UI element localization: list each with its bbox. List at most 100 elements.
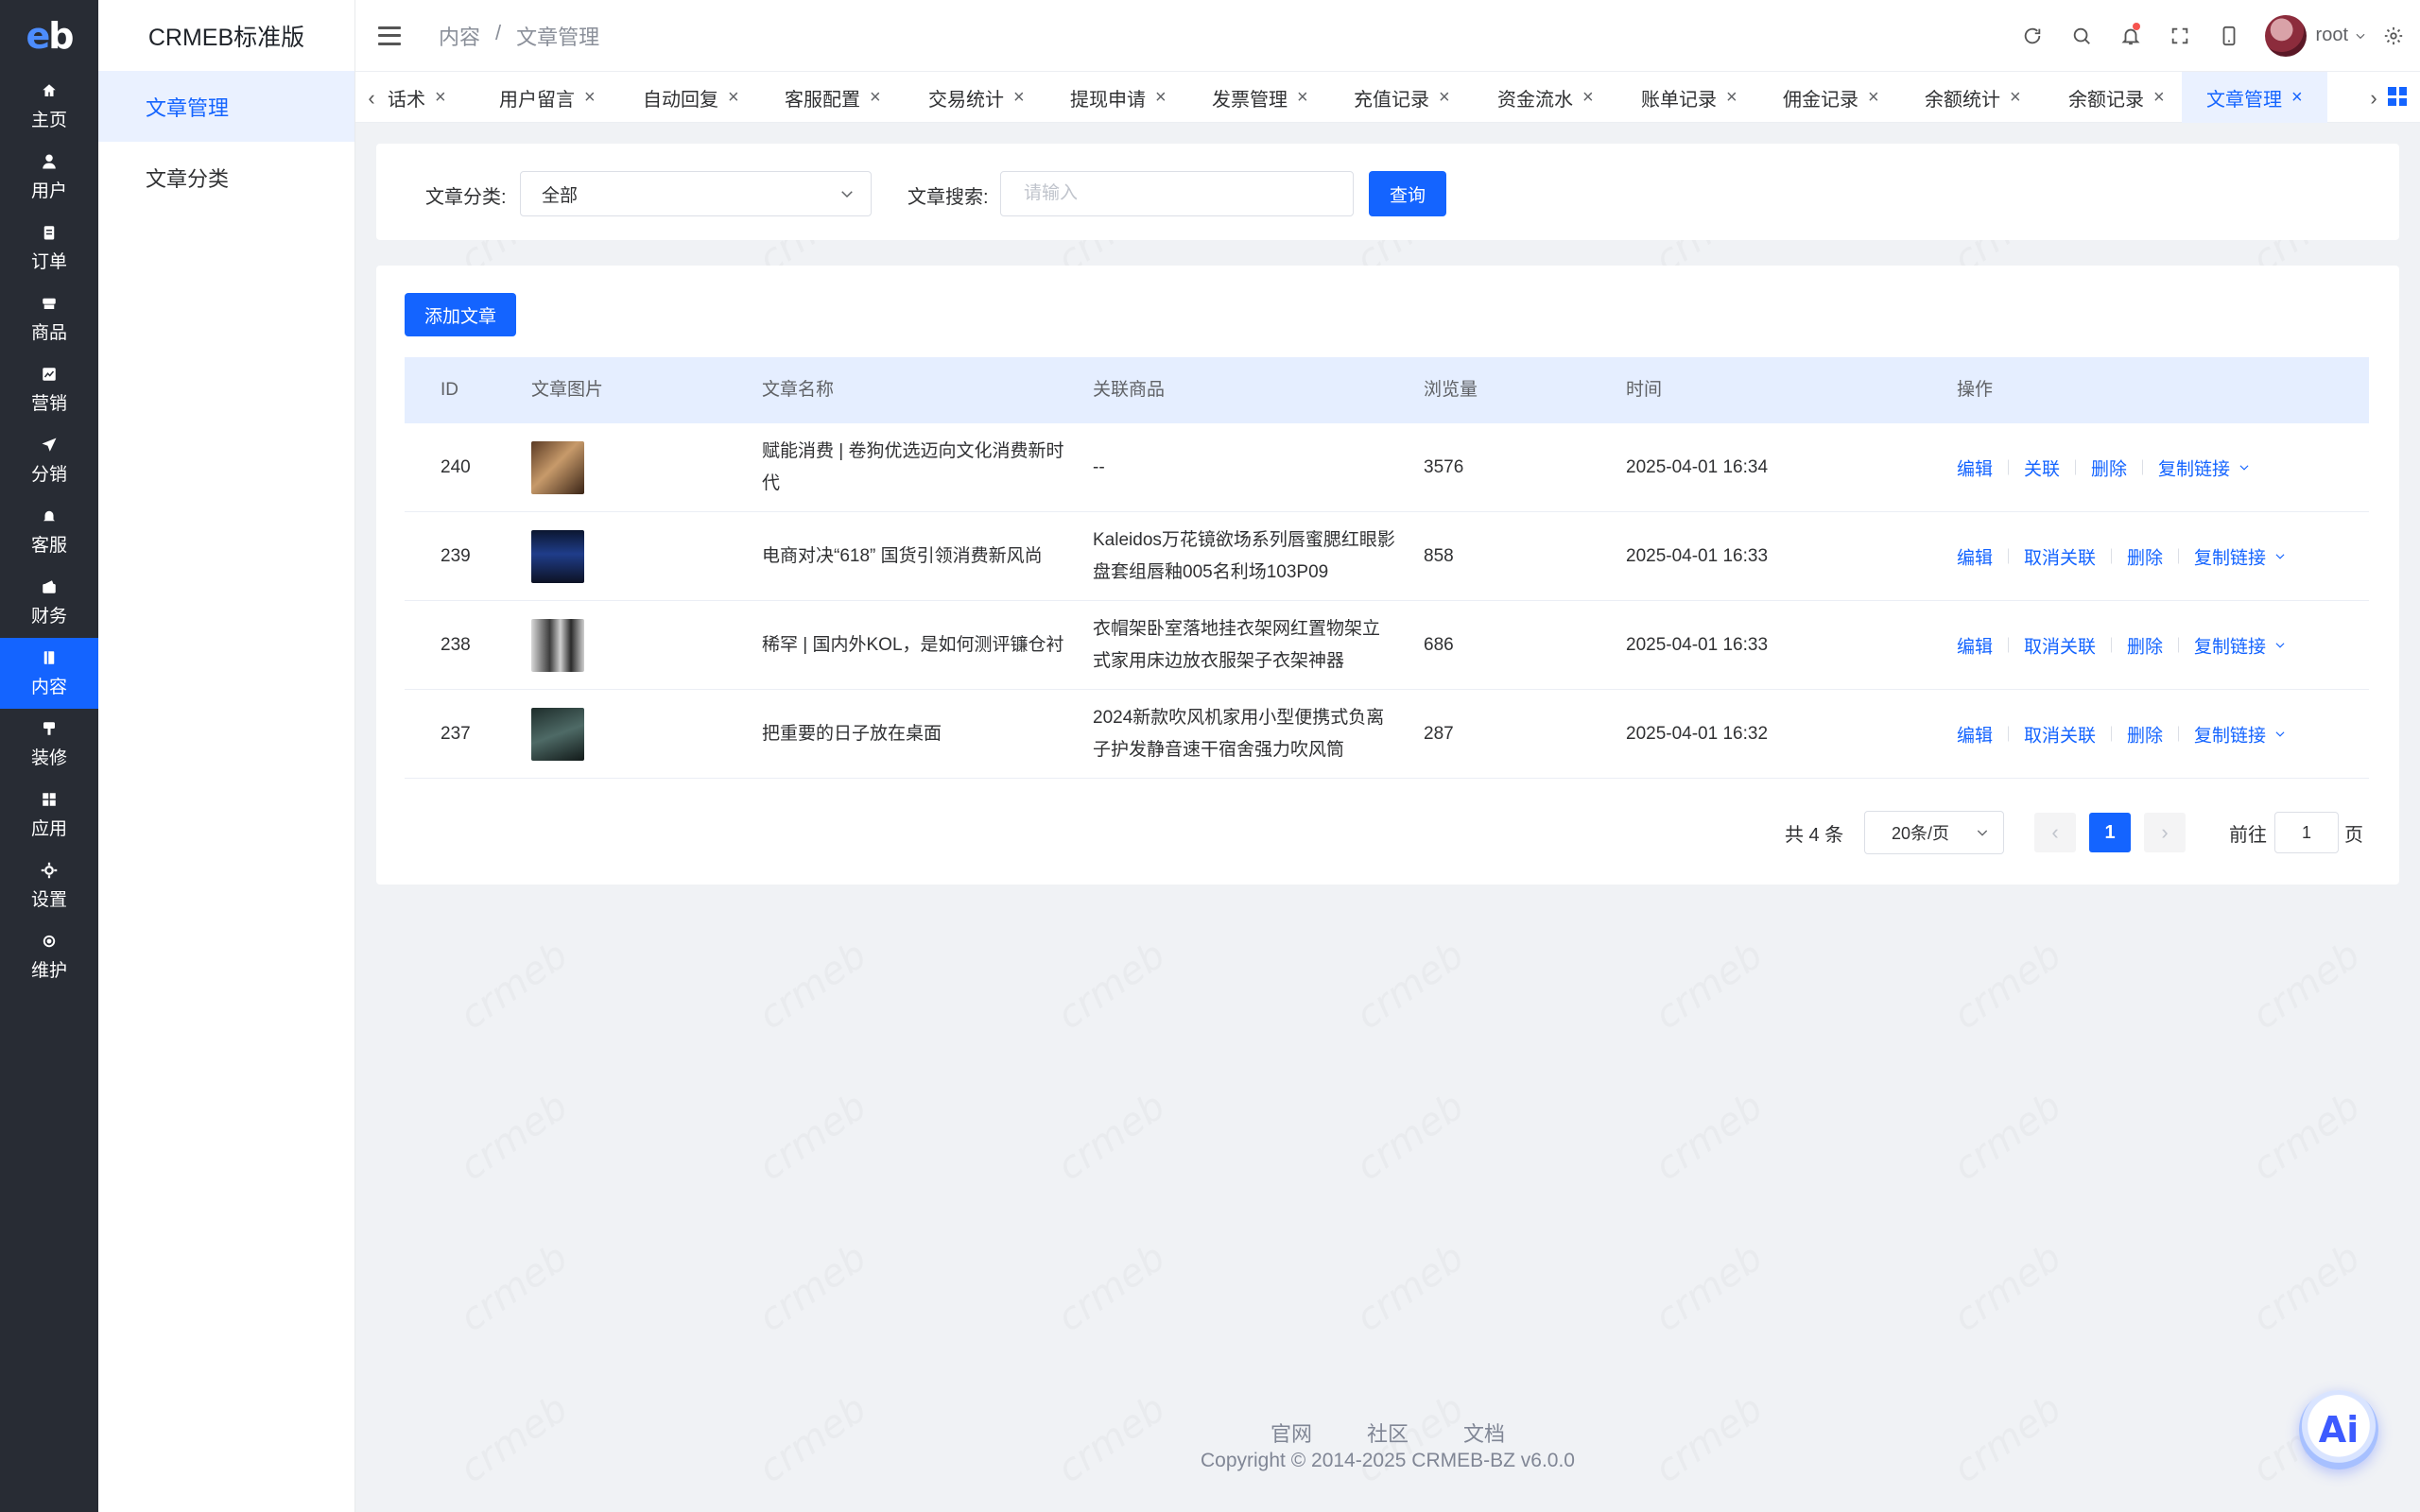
home-icon <box>40 81 59 100</box>
footer-link-community[interactable]: 社区 <box>1367 1418 1409 1448</box>
rail-item-11[interactable]: 设置 <box>0 850 98 921</box>
edit-link[interactable]: 编辑 <box>1957 543 1993 569</box>
tab-item[interactable]: 自动回复 × <box>635 72 747 123</box>
refresh-icon[interactable] <box>2008 0 2057 71</box>
article-thumbnail[interactable] <box>531 441 584 494</box>
page-size-value: 20条/页 <box>1892 824 1950 843</box>
add-article-button[interactable]: 添加文章 <box>405 293 516 336</box>
user-menu[interactable]: root <box>2316 25 2367 46</box>
rail-item-0[interactable]: 主页 <box>0 71 98 142</box>
close-icon[interactable]: × <box>1155 87 1167 109</box>
tab-item[interactable]: 客服配置 × <box>777 72 889 123</box>
close-icon[interactable]: × <box>1868 87 1879 109</box>
close-icon[interactable]: × <box>728 87 739 109</box>
menu-toggle-icon[interactable] <box>378 26 401 45</box>
ai-assistant-button[interactable]: Ai <box>2299 1390 2378 1469</box>
prev-page-button[interactable]: ‹ <box>2034 813 2076 852</box>
tab-item[interactable]: 用户留言 × <box>492 72 603 123</box>
submenu-article-manage[interactable]: 文章管理 <box>98 71 354 142</box>
close-icon[interactable]: × <box>2010 87 2021 109</box>
breadcrumb-parent[interactable]: 内容 <box>439 21 480 51</box>
close-icon[interactable]: × <box>2291 87 2303 109</box>
tab-item[interactable]: 话术 × <box>380 72 454 123</box>
tab-item[interactable]: 余额统计 × <box>1917 72 2029 123</box>
avatar[interactable] <box>2264 14 2307 57</box>
rail-item-2[interactable]: 订单 <box>0 213 98 284</box>
rail-item-4[interactable]: 营销 <box>0 354 98 425</box>
unlink-product-link[interactable]: 取消关联 <box>2024 543 2096 569</box>
tab-item[interactable]: 资金流水 × <box>1490 72 1601 123</box>
delete-link[interactable]: 删除 <box>2127 721 2163 747</box>
rail-item-9[interactable]: 装修 <box>0 709 98 780</box>
link-product-link[interactable]: 关联 <box>2024 455 2060 480</box>
category-select[interactable]: 全部 <box>520 171 872 216</box>
rail-item-1[interactable]: 用户 <box>0 142 98 213</box>
tab-label: 客服配置 <box>785 89 860 111</box>
footer-link-docs[interactable]: 文档 <box>1463 1418 1505 1448</box>
footer-link-official[interactable]: 官网 <box>1270 1418 1312 1448</box>
rail-item-8[interactable]: 内容 <box>0 638 98 709</box>
close-icon[interactable]: × <box>1582 87 1594 109</box>
tabs-menu-grid-icon[interactable] <box>2388 87 2407 106</box>
edit-link[interactable]: 编辑 <box>1957 721 1993 747</box>
breadcrumb-separator: / <box>495 20 502 44</box>
delete-link[interactable]: 删除 <box>2127 632 2163 658</box>
article-search-input[interactable] <box>1000 171 1354 216</box>
tab-item[interactable]: 账单记录 × <box>1634 72 1745 123</box>
rail-item-7[interactable]: 财务 <box>0 567 98 638</box>
goto-page-input[interactable] <box>2274 812 2339 853</box>
close-icon[interactable]: × <box>1439 87 1450 109</box>
unlink-product-link[interactable]: 取消关联 <box>2024 632 2096 658</box>
close-icon[interactable]: × <box>2153 87 2165 109</box>
tab-item[interactable]: 文章管理 × <box>2182 72 2327 123</box>
app-logo[interactable]: eb <box>0 0 98 71</box>
tab-item[interactable]: 充值记录 × <box>1346 72 1458 123</box>
fullscreen-icon[interactable] <box>2155 0 2204 71</box>
tab-item[interactable]: 余额记录 × <box>2061 72 2172 123</box>
rail-item-5[interactable]: 分销 <box>0 425 98 496</box>
submenu-article-category[interactable]: 文章分类 <box>98 142 354 213</box>
copy-link-dropdown[interactable]: 复制链接 <box>2158 455 2251 480</box>
edit-link[interactable]: 编辑 <box>1957 455 1993 480</box>
search-icon[interactable] <box>2057 0 2106 71</box>
tab-item[interactable]: 交易统计 × <box>921 72 1032 123</box>
page-size-select[interactable]: 20条/页 <box>1864 811 2004 854</box>
tab-item[interactable]: 佣金记录 × <box>1775 72 1887 123</box>
close-icon[interactable]: × <box>870 87 881 109</box>
rail-item-12[interactable]: 维护 <box>0 921 98 992</box>
copy-link-dropdown[interactable]: 复制链接 <box>2194 543 2287 569</box>
cell-id: 239 <box>441 545 471 566</box>
close-icon[interactable]: × <box>435 87 446 109</box>
tab-item[interactable]: 发票管理 × <box>1204 72 1316 123</box>
rail-item-6[interactable]: 客服 <box>0 496 98 567</box>
tab-label: 自动回复 <box>643 89 718 111</box>
next-page-button[interactable]: › <box>2144 813 2186 852</box>
copy-link-dropdown[interactable]: 复制链接 <box>2194 632 2287 658</box>
page-number-button[interactable]: 1 <box>2089 813 2131 852</box>
tab-item[interactable]: 提现申请 × <box>1063 72 1174 123</box>
edit-link[interactable]: 编辑 <box>1957 632 1993 658</box>
wallet-icon <box>40 577 59 596</box>
brush-icon <box>40 719 59 738</box>
close-icon[interactable]: × <box>1013 87 1025 109</box>
notification-bell-icon[interactable] <box>2106 0 2155 71</box>
delete-link[interactable]: 删除 <box>2127 543 2163 569</box>
copy-link-dropdown[interactable]: 复制链接 <box>2194 721 2287 747</box>
watermark-text: crmeb <box>1348 933 1473 1039</box>
delete-link[interactable]: 删除 <box>2091 455 2127 480</box>
tabs-scroll-right-icon[interactable]: › <box>2360 72 2388 124</box>
close-icon[interactable]: × <box>584 87 596 109</box>
close-icon[interactable]: × <box>1726 87 1737 109</box>
category-select-value: 全部 <box>542 185 579 206</box>
settings-gear-icon[interactable] <box>2367 0 2420 71</box>
article-thumbnail[interactable] <box>531 530 584 583</box>
unlink-product-link[interactable]: 取消关联 <box>2024 721 2096 747</box>
query-button[interactable]: 查询 <box>1369 171 1446 216</box>
article-thumbnail[interactable] <box>531 619 584 672</box>
rail-item-10[interactable]: 应用 <box>0 780 98 850</box>
mobile-preview-icon[interactable] <box>2204 0 2254 71</box>
close-icon[interactable]: × <box>1297 87 1308 109</box>
article-thumbnail[interactable] <box>531 708 584 761</box>
watermark-text: crmeb <box>2244 933 2369 1039</box>
rail-item-3[interactable]: 商品 <box>0 284 98 354</box>
